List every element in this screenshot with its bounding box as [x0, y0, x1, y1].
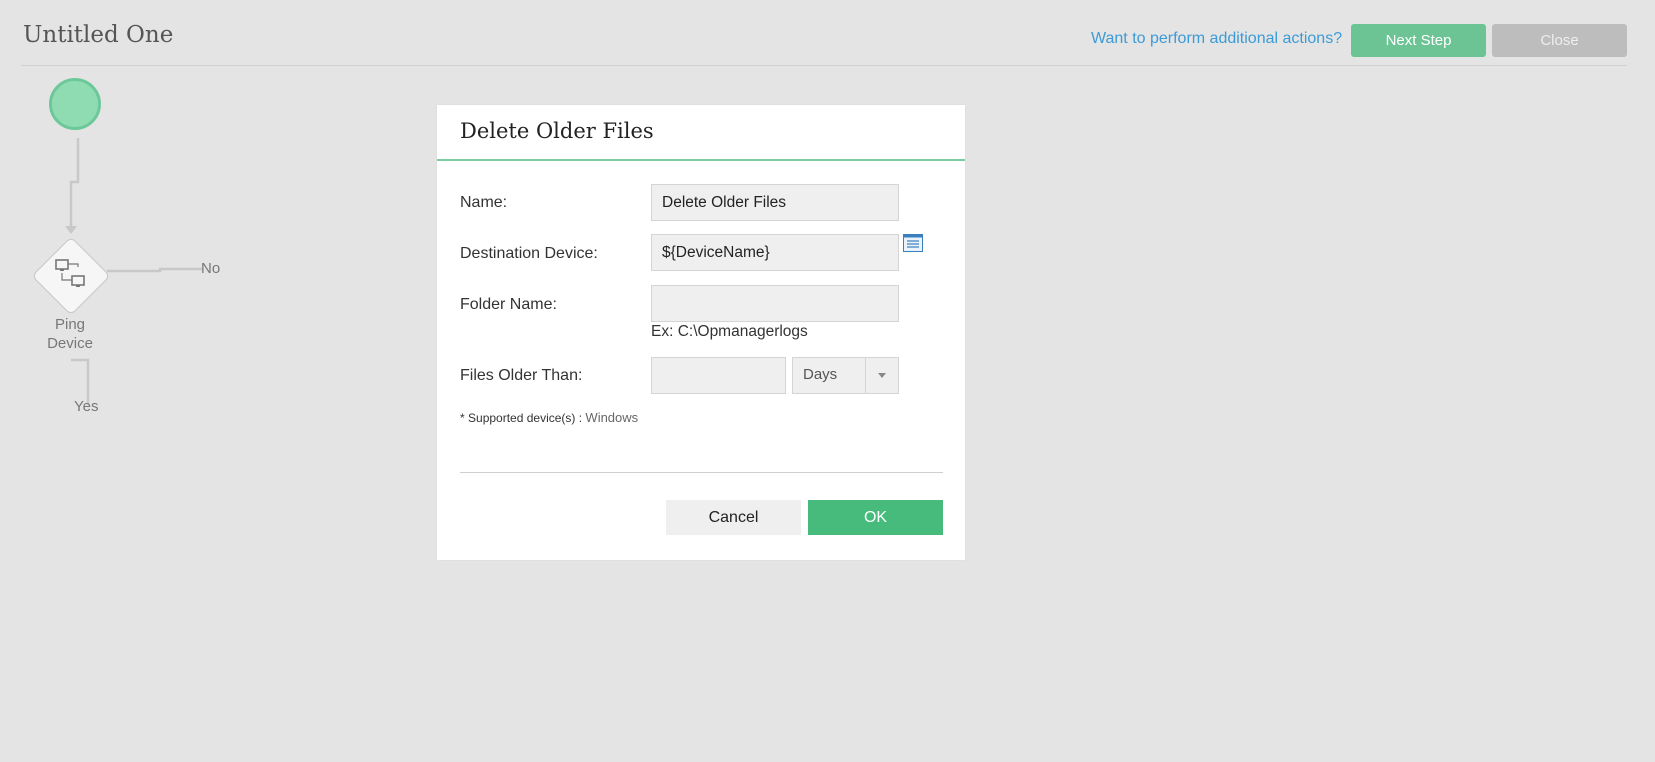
time-unit-value: Days	[803, 366, 838, 383]
dialog-title: Delete Older Files	[460, 119, 654, 143]
folder-name-input[interactable]	[651, 285, 899, 322]
supported-prefix: *	[460, 411, 469, 425]
supported-devices-note: * Supported device(s) : Windows	[460, 410, 638, 425]
ping-device-label: Ping Device	[42, 315, 98, 353]
name-label: Name:	[460, 194, 508, 211]
supported-label: Supported device(s) :	[468, 411, 586, 425]
no-branch-label: No	[201, 260, 221, 277]
cancel-button[interactable]: Cancel	[666, 500, 801, 535]
files-older-than-label: Files Older Than:	[460, 367, 583, 384]
list-icon[interactable]	[903, 234, 923, 252]
delete-older-files-dialog: Delete Older Files Name: Delete Older Fi…	[437, 105, 965, 560]
files-older-than-input[interactable]	[651, 357, 786, 394]
destination-device-label: Destination Device:	[460, 245, 598, 262]
folder-name-hint: Ex: C:\Opmanagerlogs	[651, 323, 808, 340]
ok-button[interactable]: OK	[808, 500, 943, 535]
workflow-connectors	[65, 138, 202, 405]
network-devices-icon	[55, 259, 85, 287]
time-unit-select[interactable]: Days	[792, 357, 899, 394]
additional-actions-link[interactable]: Want to perform additional actions?	[1091, 30, 1342, 48]
select-separator	[865, 358, 866, 393]
chevron-down-icon	[878, 373, 886, 378]
dialog-title-divider	[437, 159, 965, 161]
start-node[interactable]	[49, 78, 101, 130]
header-divider	[21, 65, 1627, 66]
close-button[interactable]: Close	[1492, 24, 1627, 57]
name-input[interactable]: Delete Older Files	[651, 184, 899, 221]
destination-device-input[interactable]: ${DeviceName}	[651, 234, 899, 271]
dialog-footer-divider	[460, 472, 943, 473]
next-step-button[interactable]: Next Step	[1351, 24, 1486, 57]
ping-label-line2: Device	[47, 335, 93, 352]
workflow-title[interactable]: Untitled One	[23, 22, 173, 48]
supported-value: Windows	[585, 410, 639, 425]
folder-name-label: Folder Name:	[460, 296, 557, 313]
ping-label-line1: Ping	[54, 316, 86, 333]
yes-branch-label: Yes	[74, 398, 99, 415]
